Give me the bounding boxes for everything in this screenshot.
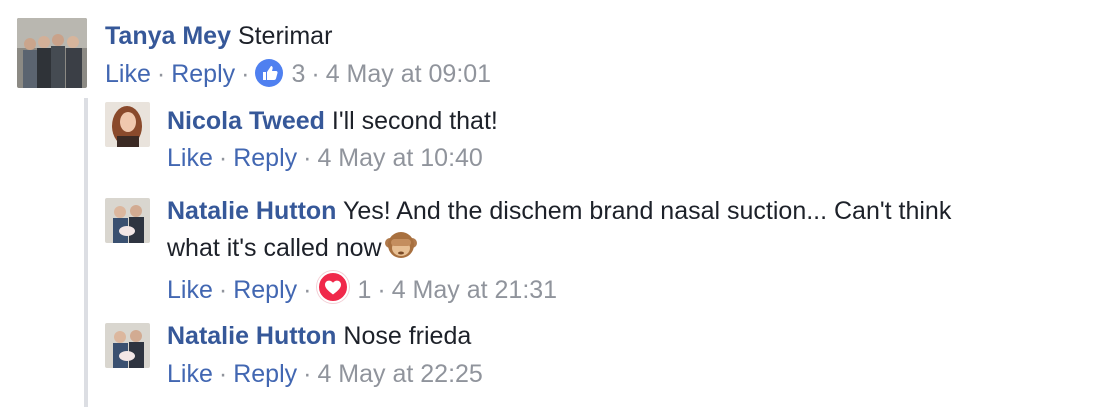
comment: Tanya Mey Sterimar Like · Reply · 3 · 4 May at… — [0, 0, 1098, 98]
timestamp[interactable]: 4 May at 10:40 — [317, 144, 482, 172]
reaction-count[interactable]: 3 — [291, 60, 305, 88]
reply-button[interactable]: Reply — [171, 60, 235, 88]
reaction-count[interactable]: 1 — [357, 276, 371, 304]
timestamp[interactable]: 4 May at 09:01 — [326, 60, 491, 88]
reply-comment: Nicola Tweed I'll second that! Like · Repl… — [0, 98, 1098, 186]
reply-button[interactable]: Reply — [233, 360, 297, 388]
see-no-evil-monkey-emoji — [384, 228, 418, 262]
comment-actions: Like · Reply · 1 · 4 May at 21:31 — [167, 271, 557, 305]
separator: · — [241, 60, 250, 88]
separator: · — [218, 360, 228, 388]
avatar[interactable] — [105, 102, 150, 147]
author-name[interactable]: Nicola Tweed — [167, 107, 325, 135]
separator: · — [311, 60, 320, 88]
comment-body: Natalie Hutton Yes! And the dischem bran… — [167, 194, 951, 228]
author-name[interactable]: Natalie Hutton — [167, 322, 336, 350]
comment-actions: Like · Reply · 3 · 4 May at 09:01 — [105, 59, 491, 89]
avatar[interactable] — [17, 18, 87, 88]
avatar[interactable] — [105, 323, 150, 368]
like-button[interactable]: Like — [105, 60, 151, 88]
comment-body: Tanya Mey Sterimar — [105, 19, 332, 53]
avatar[interactable] — [105, 198, 150, 243]
comment-text: Sterimar — [237, 22, 333, 50]
separator: · — [218, 276, 228, 304]
separator: · — [156, 60, 166, 88]
like-button[interactable]: Like — [167, 144, 213, 172]
separator: · — [377, 276, 386, 304]
reply-button[interactable]: Reply — [233, 276, 297, 304]
separator: · — [303, 276, 312, 304]
heart-icon[interactable] — [317, 271, 350, 303]
reply-comment: Natalie Hutton Nose frieda Like · Reply · 4 … — [0, 310, 1098, 407]
like-button[interactable]: Like — [167, 276, 213, 304]
separator: · — [218, 144, 228, 172]
comment-text: I'll second that! — [331, 107, 498, 135]
comment-body: Natalie Hutton Nose frieda — [167, 319, 471, 353]
separator: · — [303, 144, 312, 172]
like-button[interactable]: Like — [167, 360, 213, 388]
comment-actions: Like · Reply · 4 May at 10:40 — [167, 143, 483, 173]
like-icon[interactable] — [255, 59, 284, 87]
comment-text: what it's called now — [167, 234, 382, 262]
timestamp[interactable]: 4 May at 22:25 — [317, 360, 482, 388]
author-name[interactable]: Natalie Hutton — [167, 197, 336, 225]
comment-actions: Like · Reply · 4 May at 22:25 — [167, 359, 483, 389]
author-name[interactable]: Tanya Mey — [105, 22, 231, 50]
comment-text: Yes! And the dischem brand nasal suction… — [342, 197, 952, 225]
comment-text-continued: what it's called now — [167, 228, 418, 265]
timestamp[interactable]: 4 May at 21:31 — [392, 276, 557, 304]
separator: · — [303, 360, 312, 388]
comment-text: Nose frieda — [343, 322, 472, 350]
reply-button[interactable]: Reply — [233, 144, 297, 172]
comment-body: Nicola Tweed I'll second that! — [167, 104, 498, 138]
reply-comment: Natalie Hutton Yes! And the dischem bran… — [0, 186, 1098, 310]
